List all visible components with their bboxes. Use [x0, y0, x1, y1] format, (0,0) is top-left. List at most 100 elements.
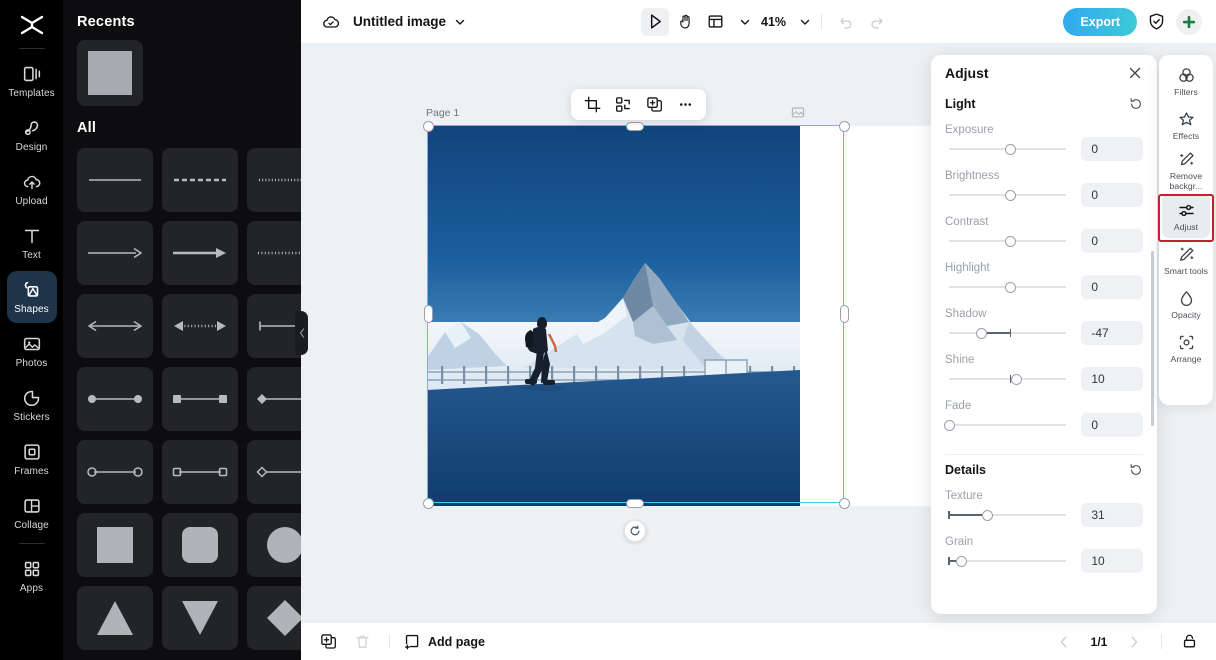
replace-button[interactable]: [610, 92, 636, 118]
artboard[interactable]: [427, 126, 931, 506]
tool-filters[interactable]: Filters: [1162, 59, 1210, 103]
tool-arrange[interactable]: Arrange: [1162, 326, 1210, 370]
resize-handle-bottom-center[interactable]: [626, 498, 644, 508]
close-icon[interactable]: [1127, 65, 1143, 81]
slider-shine[interactable]: [945, 369, 1070, 389]
cloud-saved-icon[interactable]: [321, 12, 341, 32]
slider-thumb[interactable]: [1005, 235, 1016, 247]
prev-page-button[interactable]: [1051, 629, 1077, 655]
more-button[interactable]: [672, 92, 698, 118]
shape-rounded-square-fill[interactable]: [162, 513, 238, 577]
value-input[interactable]: 31: [1081, 503, 1143, 527]
reset-icon[interactable]: [1129, 97, 1143, 111]
layout-chevron-down-icon[interactable]: [739, 16, 751, 28]
export-button[interactable]: Export: [1063, 7, 1137, 36]
slider-highlight[interactable]: [945, 277, 1070, 297]
shape-dot-line-dot[interactable]: [77, 367, 153, 431]
sidebar-item-text[interactable]: Text: [7, 217, 57, 269]
lock-button[interactable]: [1176, 629, 1202, 655]
recent-shape-square[interactable]: [77, 40, 143, 106]
shape-bar-line[interactable]: [247, 294, 301, 358]
sidebar-item-collage[interactable]: Collage: [7, 487, 57, 539]
shape-square-fill[interactable]: [77, 513, 153, 577]
slider-thumb[interactable]: [981, 509, 993, 521]
reset-icon[interactable]: [1129, 463, 1143, 477]
duplicate-page-button[interactable]: [315, 629, 341, 655]
slider-brightness[interactable]: [945, 185, 1070, 205]
shape-diamond-fill[interactable]: [247, 586, 301, 650]
value-input[interactable]: 0: [1081, 229, 1143, 253]
shape-line-dotted[interactable]: [247, 148, 301, 212]
value-input[interactable]: 10: [1081, 367, 1143, 391]
shape-square-outline-line[interactable]: [162, 440, 238, 504]
shape-triangle-down[interactable]: [162, 586, 238, 650]
panel-scrollbar[interactable]: [1150, 251, 1154, 426]
chevron-down-icon[interactable]: [454, 16, 466, 28]
resize-handle-top-center[interactable]: [626, 121, 644, 131]
slider-thumb[interactable]: [1005, 143, 1016, 155]
sidebar-item-frames[interactable]: Frames: [7, 433, 57, 485]
shape-line-solid[interactable]: [77, 148, 153, 212]
tool-adjust[interactable]: Adjust: [1162, 194, 1210, 238]
tool-opacity[interactable]: Opacity: [1162, 282, 1210, 326]
slider-thumb[interactable]: [1005, 281, 1016, 293]
value-input[interactable]: 10: [1081, 549, 1143, 573]
slider-grain[interactable]: [945, 551, 1070, 571]
value-input[interactable]: 0: [1081, 137, 1143, 161]
resize-handle-top-left[interactable]: [422, 120, 434, 132]
add-page-button[interactable]: Add page: [404, 633, 485, 650]
undo-button[interactable]: [832, 8, 860, 36]
slider-shadow[interactable]: [945, 323, 1070, 343]
shape-arrow-thick[interactable]: [162, 221, 238, 285]
image-badge-icon[interactable]: [790, 104, 806, 120]
sidebar-item-templates[interactable]: Templates: [7, 55, 57, 107]
tool-effects[interactable]: Effects: [1162, 103, 1210, 147]
sidebar-item-stickers[interactable]: Stickers: [7, 379, 57, 431]
shape-circle-outline-line[interactable]: [77, 440, 153, 504]
selected-image[interactable]: [427, 126, 931, 506]
slider-texture[interactable]: [945, 505, 1070, 525]
shape-dotted-double-arrow[interactable]: [162, 294, 238, 358]
resize-handle-left-center[interactable]: [423, 305, 433, 323]
slider-exposure[interactable]: [945, 139, 1070, 159]
crop-button[interactable]: [579, 92, 605, 118]
layout-tool-button[interactable]: [701, 8, 729, 36]
slider-contrast[interactable]: [945, 231, 1070, 251]
shape-arrow-solid[interactable]: [77, 221, 153, 285]
document-title[interactable]: Untitled image: [353, 14, 446, 29]
slider-thumb[interactable]: [943, 419, 955, 431]
hand-tool-button[interactable]: [671, 8, 699, 36]
duplicate-button[interactable]: [641, 92, 667, 118]
sidebar-item-apps[interactable]: Apps: [7, 550, 57, 602]
value-input[interactable]: 0: [1081, 183, 1143, 207]
shape-square-line-square[interactable]: [162, 367, 238, 431]
sidebar-item-photos[interactable]: Photos: [7, 325, 57, 377]
resize-handle-bottom-right[interactable]: [838, 497, 850, 509]
resize-handle-bottom-left[interactable]: [422, 497, 434, 509]
adjust-panel-body[interactable]: Light Exposure 0 Brightness 0 Contrast 0 Highli…: [931, 91, 1157, 614]
slider-thumb[interactable]: [955, 555, 967, 567]
capcut-logo-icon[interactable]: [12, 8, 52, 42]
panel-collapse-handle[interactable]: [295, 311, 308, 355]
shape-triangle-up[interactable]: [77, 586, 153, 650]
resize-handle-top-right[interactable]: [838, 120, 850, 132]
shield-check-icon[interactable]: [1147, 12, 1166, 31]
zoom-level-label[interactable]: 41%: [761, 15, 786, 29]
redo-button[interactable]: [862, 8, 890, 36]
shape-arrow-dotted[interactable]: [247, 221, 301, 285]
sidebar-item-design[interactable]: Design: [7, 109, 57, 161]
select-tool-button[interactable]: [641, 7, 669, 36]
slider-fade[interactable]: [943, 415, 1070, 435]
value-input[interactable]: 0: [1081, 275, 1143, 299]
rotate-handle[interactable]: [624, 520, 646, 542]
zoom-chevron-down-icon[interactable]: [799, 16, 811, 28]
sidebar-item-shapes[interactable]: Shapes: [6, 271, 57, 323]
value-input[interactable]: -47: [1081, 321, 1143, 345]
resize-handle-right-center[interactable]: [839, 305, 849, 323]
avatar[interactable]: [1176, 8, 1202, 35]
slider-thumb[interactable]: [1011, 373, 1023, 385]
shape-double-arrow[interactable]: [77, 294, 153, 358]
tool-remove-background[interactable]: Remove backgr...: [1162, 147, 1210, 194]
next-page-button[interactable]: [1121, 629, 1147, 655]
shape-diamond-outline-line[interactable]: [247, 440, 301, 504]
